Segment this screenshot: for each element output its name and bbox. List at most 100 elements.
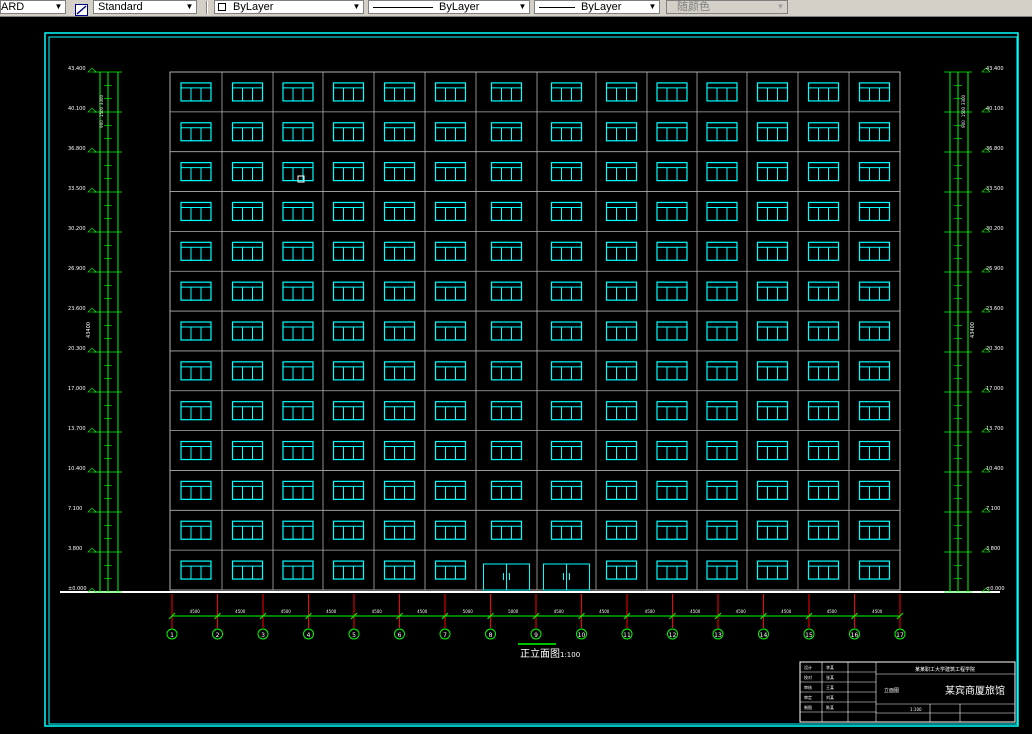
plot-style-combo[interactable]: 随颜色 ▼ (666, 0, 788, 14)
window (332, 321, 365, 341)
window (282, 321, 314, 341)
window (434, 82, 467, 102)
window (605, 440, 638, 461)
window (858, 520, 891, 540)
axis-label: 8 (489, 632, 493, 639)
window (807, 281, 840, 301)
window (756, 401, 789, 421)
window (706, 321, 738, 341)
window (706, 401, 738, 421)
window (282, 122, 314, 142)
axis-label: 10 (578, 632, 586, 639)
elevation-label: 43.400 (986, 66, 1004, 72)
window (656, 321, 688, 341)
window (231, 440, 264, 461)
window (756, 361, 789, 381)
window (332, 440, 365, 461)
linetype-value: ByLayer (439, 1, 480, 13)
window (756, 241, 789, 261)
window (490, 480, 523, 500)
window (180, 361, 212, 381)
elevation-label: 10.400 (68, 466, 86, 472)
window (605, 480, 638, 500)
window (282, 401, 314, 421)
window (332, 201, 365, 222)
window (231, 241, 264, 261)
window (434, 401, 467, 421)
dimension-style-icon[interactable] (75, 1, 88, 16)
window (490, 82, 523, 102)
chevron-down-icon[interactable]: ▼ (52, 1, 65, 13)
span-label: 4500 (690, 609, 701, 614)
span-label: 4500 (235, 609, 246, 614)
chevron-down-icon[interactable]: ▼ (350, 1, 363, 13)
chevron-down-icon[interactable]: ▼ (516, 1, 529, 13)
window (231, 82, 264, 102)
axis-label: 5 (352, 632, 356, 639)
window (550, 401, 583, 421)
elevation-marker-icon (87, 107, 97, 113)
window (434, 361, 467, 381)
title-block-scale: 1:100 (910, 707, 922, 712)
linetype-combo[interactable]: ByLayer ▼ (368, 0, 530, 14)
window (180, 122, 212, 142)
window (807, 401, 840, 421)
axis-label: 6 (398, 632, 402, 639)
title-block: 某某职工大学建筑工程学院立面图 某宾商厦旅馆 1:100 设计 李某校对 张某审核 王某审定… (799, 661, 1016, 723)
title-block-name: 刘某 (826, 694, 834, 700)
window (490, 520, 523, 540)
window (550, 122, 583, 142)
window (332, 361, 365, 381)
window (656, 401, 688, 421)
window (605, 162, 638, 182)
window (282, 440, 314, 461)
window (434, 201, 467, 222)
elevation-marker-icon (87, 267, 97, 273)
elevation-label: 10.400 (986, 466, 1004, 472)
window (550, 480, 583, 500)
window (858, 281, 891, 301)
window (332, 241, 365, 261)
window (756, 162, 789, 182)
window (550, 162, 583, 182)
dimension-style-value: Standard (98, 1, 143, 13)
title-block-name: 王某 (826, 684, 834, 690)
layer-combo[interactable]: ByLayer ▼ (214, 0, 364, 14)
elevation-label: 40.100 (68, 106, 86, 112)
window (231, 162, 264, 182)
window (706, 480, 738, 500)
window (656, 281, 688, 301)
window (383, 321, 416, 341)
chevron-down-icon[interactable]: ▼ (183, 1, 196, 13)
window (383, 480, 416, 500)
window (605, 520, 638, 540)
window (706, 281, 738, 301)
elevation-marker-icon (87, 427, 97, 433)
span-label: 4500 (417, 609, 428, 614)
window (231, 401, 264, 421)
axis-label: 15 (805, 632, 813, 639)
dimension-style-combo[interactable]: Standard ▼ (93, 0, 197, 14)
window (706, 82, 738, 102)
elevation-marker-icon (87, 467, 97, 473)
span-label: 4500 (281, 609, 292, 614)
window (807, 480, 840, 500)
title-block-role: 审核 (804, 684, 812, 690)
window (858, 480, 891, 500)
window (756, 82, 789, 102)
window (756, 560, 789, 580)
window (550, 361, 583, 381)
window (180, 401, 212, 421)
chevron-down-icon[interactable]: ▼ (646, 1, 659, 13)
window (282, 201, 314, 222)
span-label: 5000 (508, 609, 519, 614)
title-block-role: 审定 (804, 694, 812, 700)
window (490, 241, 523, 261)
elevation-label: 36.800 (68, 146, 86, 152)
text-style-combo[interactable]: ARD ▼ (0, 0, 66, 14)
drawing-canvas[interactable]: 43.400 40.100 36.800 33.500 30.200 26.900 23.6… (0, 17, 1032, 734)
window (858, 241, 891, 261)
window (231, 281, 264, 301)
axis-label: 17 (896, 632, 904, 639)
lineweight-combo[interactable]: ByLayer ▼ (534, 0, 660, 14)
